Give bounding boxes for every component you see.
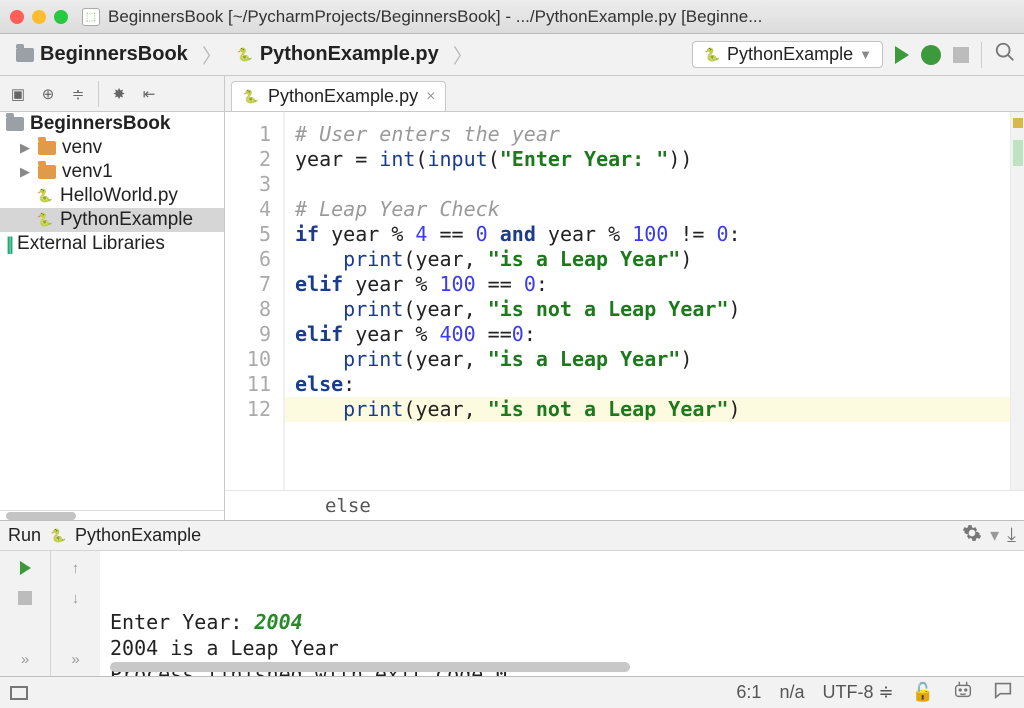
download-icon[interactable]: ⤓: [1007, 524, 1016, 547]
expand-arrow-icon[interactable]: ▶: [18, 140, 32, 156]
tree-item-label: venv: [62, 137, 102, 159]
tree-item-label: HelloWorld.py: [60, 185, 178, 207]
editor-tabstrip: PythonExample.py ×: [225, 76, 1024, 112]
error-stripe[interactable]: [1010, 112, 1024, 490]
stop-button[interactable]: [14, 587, 36, 609]
project-sidebar: ▣ ⊕ ≑ ✸ ⇤ BeginnersBook ▶ venv ▶ venv1: [0, 76, 225, 520]
project-tree[interactable]: BeginnersBook ▶ venv ▶ venv1 HelloWorld.…: [0, 112, 224, 510]
code-editor[interactable]: 123456789101112 # User enters the year y…: [225, 112, 1024, 490]
readonly-lock-icon[interactable]: 🔓: [912, 682, 934, 703]
folder-icon: [38, 141, 56, 155]
horizontal-scrollbar[interactable]: [110, 662, 630, 672]
run-tool-label: Run: [8, 525, 41, 546]
python-file-icon: [49, 527, 67, 545]
down-arrow-icon[interactable]: ↓: [65, 587, 87, 609]
chevron-right-icon: 〉: [453, 40, 473, 69]
tree-item-helloworld[interactable]: HelloWorld.py: [0, 184, 224, 208]
inspector-face-icon[interactable]: [952, 679, 974, 706]
run-tool-target: PythonExample: [75, 525, 201, 546]
tree-item-label: External Libraries: [17, 233, 165, 255]
settings-gear-icon[interactable]: ✸: [109, 84, 129, 104]
run-tool-window: Run PythonExample ▾ ⤓ » ↑ ↓ » Enter Year…: [0, 520, 1024, 676]
python-file-icon: [36, 211, 54, 229]
tree-item-venv[interactable]: ▶ venv: [0, 136, 224, 160]
rerun-button[interactable]: [14, 557, 36, 579]
tool-windows-icon[interactable]: [10, 686, 28, 700]
tree-item-label: venv1: [62, 161, 113, 183]
feedback-icon[interactable]: [992, 679, 1014, 706]
library-icon: |||: [6, 234, 11, 255]
collapse-icon[interactable]: ≑: [68, 84, 88, 104]
caret-position[interactable]: 6:1: [736, 682, 761, 703]
scope-breadcrumb[interactable]: else: [225, 490, 1024, 520]
title-bar: ⬚ BeginnersBook [~/PycharmProjects/Begin…: [0, 0, 1024, 34]
hide-icon[interactable]: ⇤: [139, 84, 159, 104]
tree-item-venv1[interactable]: ▶ venv1: [0, 160, 224, 184]
search-icon[interactable]: [994, 41, 1016, 69]
run-configuration-label: PythonExample: [727, 44, 853, 65]
maximize-window-icon[interactable]: [54, 10, 68, 24]
chevron-down-icon: ▼: [859, 47, 872, 62]
folder-icon: [6, 117, 24, 131]
breadcrumb-file[interactable]: PythonExample.py: [228, 43, 447, 66]
python-file-icon: [703, 46, 721, 64]
python-file-icon: [236, 46, 254, 64]
more-icon[interactable]: »: [14, 648, 36, 670]
expand-icon[interactable]: ⊕: [38, 84, 58, 104]
run-button[interactable]: [895, 46, 909, 64]
line-number-gutter: 123456789101112: [225, 112, 285, 490]
project-toolbar: ▣ ⊕ ≑ ✸ ⇤: [0, 76, 224, 112]
main-area: ▣ ⊕ ≑ ✸ ⇤ BeginnersBook ▶ venv ▶ venv1: [0, 76, 1024, 520]
tree-root-label: BeginnersBook: [30, 113, 170, 135]
breadcrumb-file-label: PythonExample.py: [260, 43, 439, 66]
tree-item-pythonexample[interactable]: PythonExample: [0, 208, 224, 232]
scope-breadcrumb-label: else: [325, 495, 371, 517]
navigation-bar: BeginnersBook 〉 PythonExample.py 〉 Pytho…: [0, 34, 1024, 76]
app-icon: ⬚: [82, 8, 100, 26]
expand-arrow-icon[interactable]: ▶: [18, 164, 32, 180]
run-configuration-selector[interactable]: PythonExample ▼: [692, 41, 883, 68]
minimize-window-icon[interactable]: [32, 10, 46, 24]
window-controls: [10, 10, 68, 24]
code-content[interactable]: # User enters the year year = int(input(…: [285, 112, 1010, 490]
folder-icon: [16, 48, 34, 62]
editor-tab[interactable]: PythonExample.py ×: [231, 81, 446, 111]
up-arrow-icon[interactable]: ↑: [65, 557, 87, 579]
close-tab-icon[interactable]: ×: [426, 88, 435, 106]
more-icon[interactable]: »: [65, 648, 87, 670]
close-window-icon[interactable]: [10, 10, 24, 24]
separator: [981, 42, 982, 68]
file-encoding[interactable]: UTF-8 ≑: [822, 682, 893, 703]
horizontal-scrollbar[interactable]: [0, 510, 224, 520]
run-tool-header: Run PythonExample ▾ ⤓: [0, 521, 1024, 551]
run-controls-nav: ↑ ↓ »: [50, 551, 100, 676]
folder-icon: [38, 165, 56, 179]
chevron-right-icon: 〉: [202, 40, 222, 69]
stop-button[interactable]: [953, 47, 969, 63]
python-file-icon: [242, 88, 260, 106]
settings-gear-icon[interactable]: [962, 523, 982, 548]
run-controls-left: »: [0, 551, 50, 676]
line-separator[interactable]: n/a: [779, 682, 804, 703]
console-output[interactable]: Enter Year: 20042004 is a Leap YearProce…: [100, 551, 1024, 676]
tree-external-libraries[interactable]: ||| External Libraries: [0, 232, 224, 256]
tree-item-label: PythonExample: [60, 209, 193, 231]
change-marker-icon[interactable]: [1013, 140, 1023, 166]
window-title: BeginnersBook [~/PycharmProjects/Beginne…: [108, 7, 1014, 27]
breadcrumb-project[interactable]: BeginnersBook: [8, 43, 196, 66]
inspection-indicator-icon[interactable]: [1013, 118, 1023, 128]
tree-root[interactable]: BeginnersBook: [0, 112, 224, 136]
debug-button[interactable]: [921, 45, 941, 65]
editor-tab-label: PythonExample.py: [268, 86, 418, 107]
editor-area: PythonExample.py × 123456789101112 # Use…: [225, 76, 1024, 520]
status-bar: 6:1 n/a UTF-8 ≑ 🔓: [0, 676, 1024, 708]
python-file-icon: [36, 187, 54, 205]
separator: [98, 81, 99, 107]
scroll-from-source-icon[interactable]: ▣: [8, 84, 28, 104]
breadcrumb-project-label: BeginnersBook: [40, 43, 188, 66]
